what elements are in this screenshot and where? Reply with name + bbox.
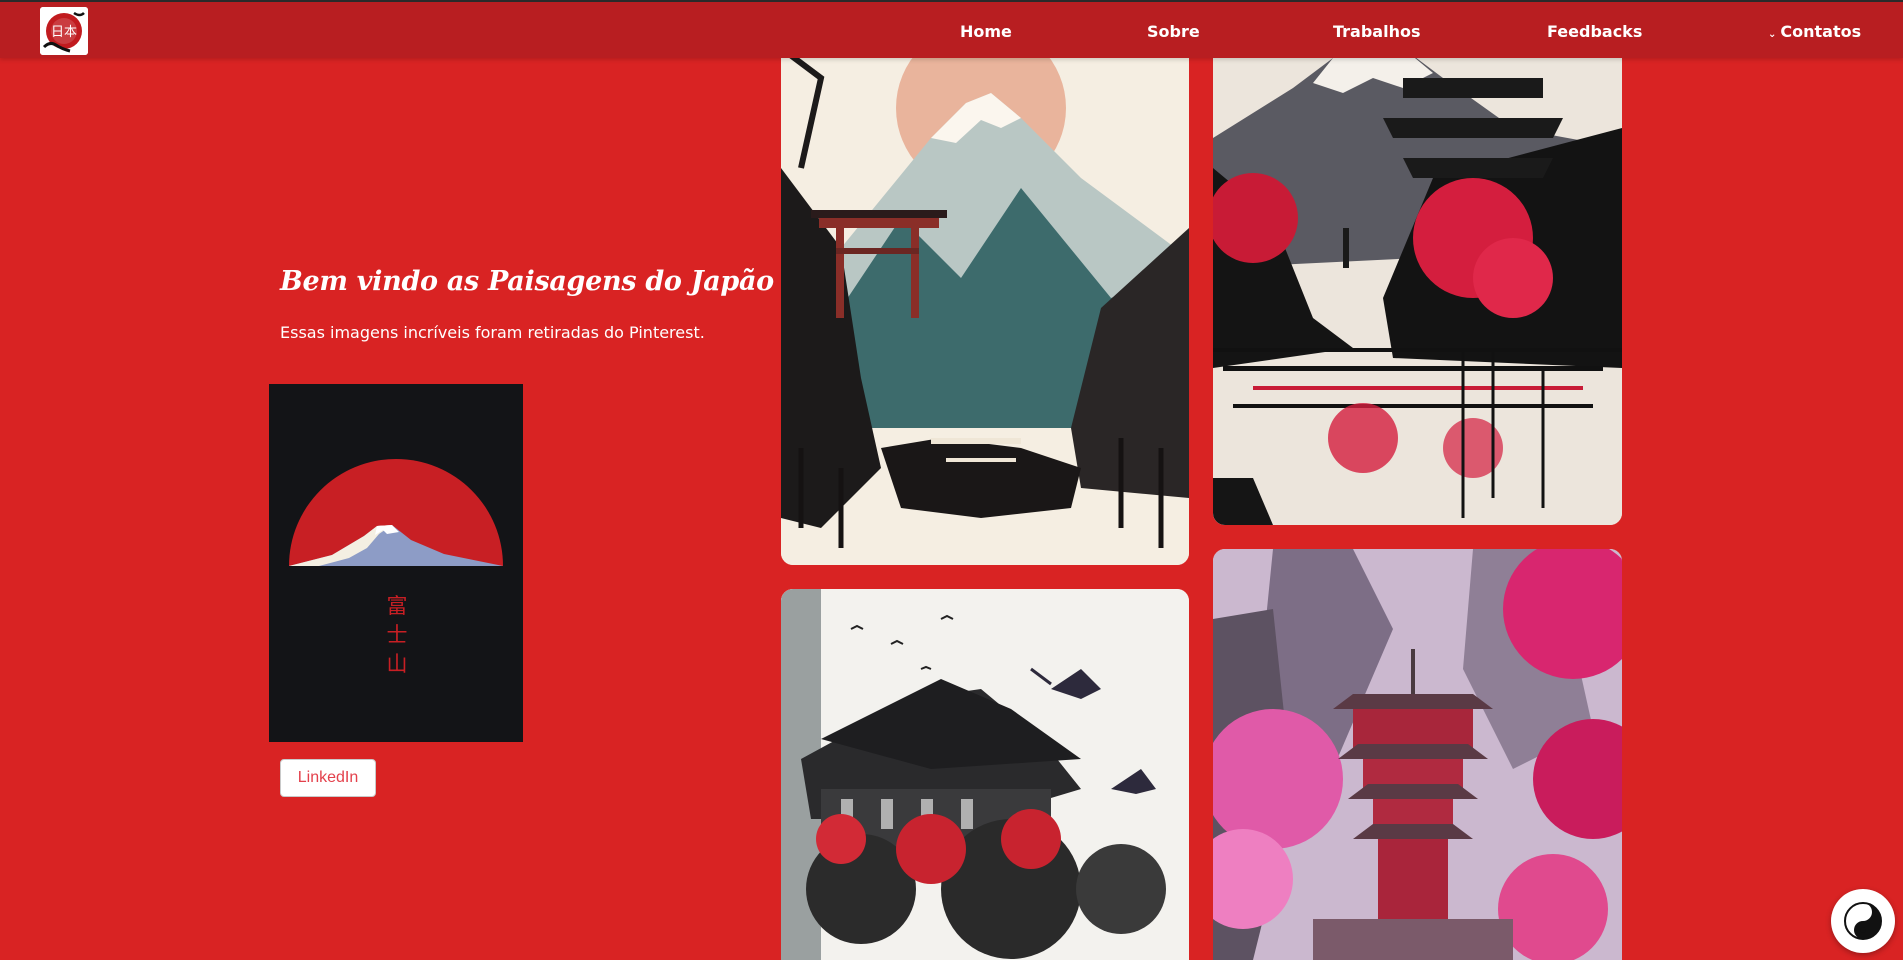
gallery-image-pagoda-lake[interactable]	[1213, 48, 1622, 525]
hero-subtitle: Essas imagens incríveis foram retiradas …	[280, 323, 705, 342]
logo-kanji: 日本	[51, 25, 77, 40]
kanji-char: 山	[386, 652, 408, 676]
site-logo[interactable]: 日本	[40, 7, 88, 55]
nav-feedbacks[interactable]: Feedbacks	[1547, 22, 1642, 41]
gallery-image-temple-birds[interactable]	[781, 589, 1189, 960]
hero-title: Bem vindo as Paisagens do Japão	[280, 266, 774, 297]
gallery-image-torii[interactable]	[781, 48, 1189, 565]
linkedin-button[interactable]: LinkedIn	[280, 759, 376, 797]
kanji-char: 富	[386, 594, 408, 618]
poster-kanji: 富 士 山	[377, 592, 417, 679]
yin-yang-icon[interactable]	[1831, 889, 1895, 953]
chevron-down-icon: ⌄	[1768, 29, 1777, 40]
kanji-char: 士	[386, 623, 408, 647]
navbar: 日本 Home Sobre Trabalhos Feedbacks ⌄ Conta…	[0, 0, 1903, 58]
nav-contatos[interactable]: ⌄ Contatos	[1768, 22, 1861, 41]
fuji-poster-image: 富 士 山	[269, 384, 523, 742]
nav-home[interactable]: Home	[960, 22, 1012, 41]
nav-sobre[interactable]: Sobre	[1147, 22, 1200, 41]
nav-trabalhos[interactable]: Trabalhos	[1333, 22, 1420, 41]
nav-contatos-label: Contatos	[1780, 22, 1862, 41]
gallery-image-pink-pagoda[interactable]	[1213, 549, 1622, 960]
